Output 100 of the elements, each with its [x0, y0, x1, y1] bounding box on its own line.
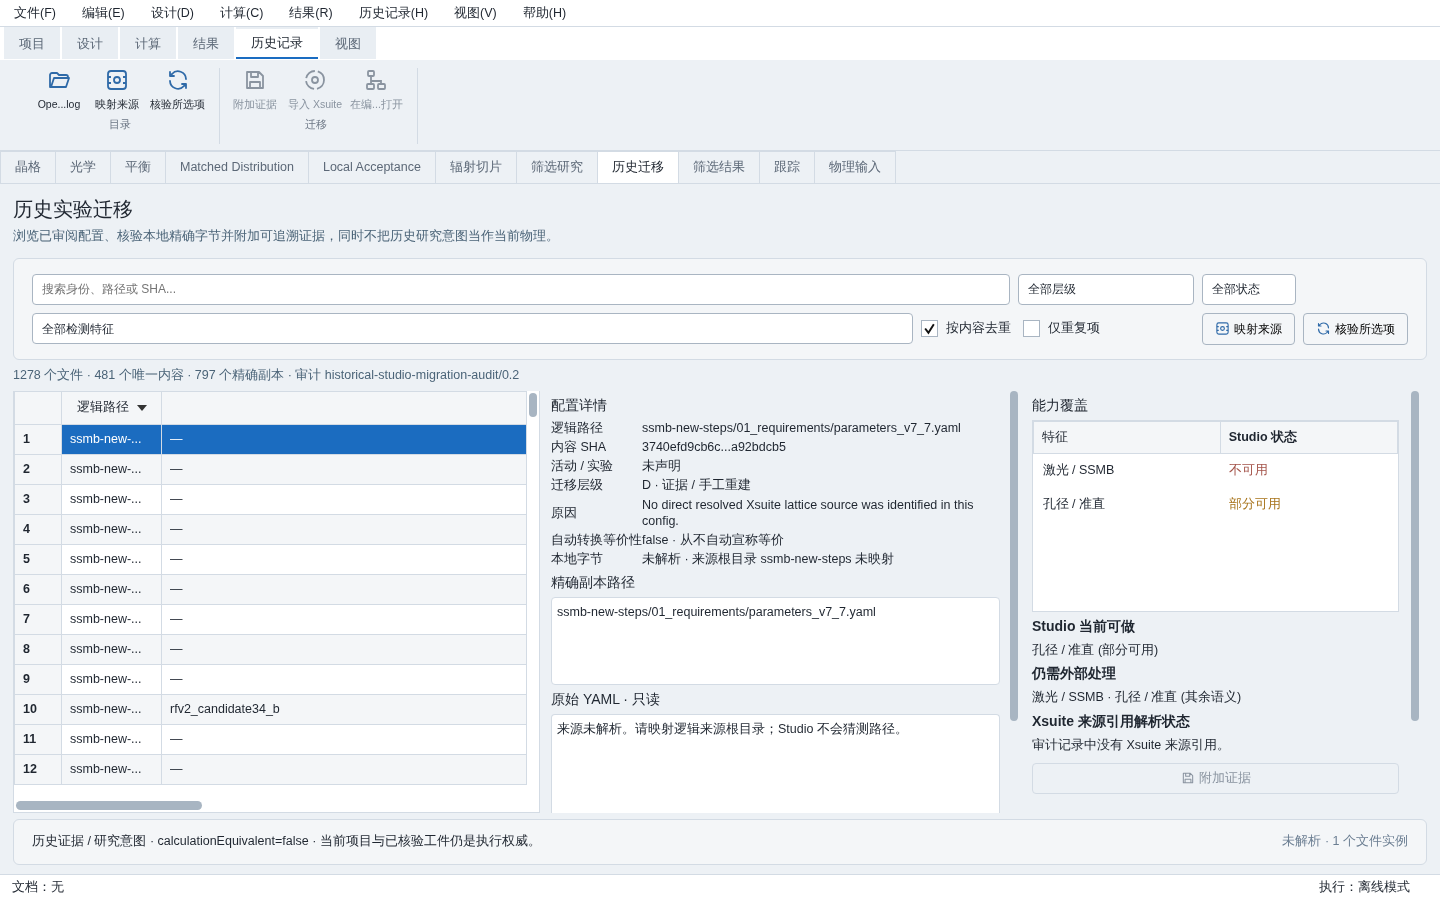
row-number: 11	[14, 724, 62, 754]
save-icon	[243, 68, 267, 92]
field-label: 自动转换等价性	[551, 532, 642, 549]
checkbox-label: 仅重复项	[1048, 320, 1100, 338]
table-cell[interactable]: —	[161, 484, 527, 514]
table-cell[interactable]: ssmb-new-...	[61, 604, 162, 634]
feature-select[interactable]: 全部检测特征	[32, 313, 913, 345]
table-cell[interactable]: ssmb-new-...	[61, 424, 162, 454]
field-label: 原因	[551, 504, 578, 521]
sort-caret-icon[interactable]	[136, 404, 147, 411]
table-cell[interactable]: ssmb-new-...	[61, 514, 162, 544]
scrollbar[interactable]	[1010, 390, 1018, 721]
menu-item[interactable]: 计算(C)	[220, 3, 276, 23]
ribbon-tab[interactable]: 视图	[320, 27, 376, 59]
path-text-area[interactable]: ssmb-new-steps/01_requirements/parameters_v7_7.yaml	[551, 596, 1000, 685]
row-number: 3	[14, 484, 62, 514]
section-title: 仍需外部处理	[1032, 664, 1117, 684]
footer-text: 历史证据 / 研究意图 · calculationEquivalent=false · 当前项目与已核验工件仍是执行权威。	[32, 833, 541, 851]
scrollbar[interactable]	[529, 392, 537, 417]
table-cell[interactable]: ssmb-new-...	[61, 454, 162, 484]
ribbon-tab[interactable]: 计算	[120, 27, 176, 59]
checkbox-label: 按内容去重	[946, 320, 1011, 338]
column-header[interactable]: Studio 状态	[1220, 421, 1398, 453]
row-number: 1	[14, 424, 62, 454]
ribbon-tab[interactable]: 历史记录	[236, 27, 318, 59]
tier-select[interactable]: 全部层级	[1018, 273, 1194, 305]
menu-item[interactable]: 设计(D)	[150, 3, 206, 23]
table-cell[interactable]: ssmb-new-...	[61, 634, 162, 664]
status-text: 部分可用	[1228, 495, 1283, 513]
document-tab[interactable]: 晶格	[0, 151, 56, 183]
column-header[interactable]: 逻辑路径	[61, 391, 162, 424]
target-icon	[105, 68, 129, 92]
footer-status: 未解析 · 1 个文件实例	[1282, 833, 1408, 851]
table-cell[interactable]: —	[161, 574, 527, 604]
row-number: 5	[14, 544, 62, 574]
menu-item[interactable]: 视图(V)	[454, 3, 509, 23]
field-label: 逻辑路径	[551, 419, 604, 436]
status-text: 执行：离线模式	[1319, 879, 1410, 897]
table-cell[interactable]: ssmb-new-...	[61, 664, 162, 694]
refresh-icon	[1316, 321, 1331, 337]
table-cell[interactable]: ssmb-new-...	[61, 694, 162, 724]
table-cell[interactable]: —	[161, 454, 527, 484]
page-title: 历史实验迁移	[13, 197, 134, 222]
row-number: 8	[14, 634, 62, 664]
checkbox[interactable]	[921, 320, 938, 338]
field-label: 本地字节	[551, 551, 604, 568]
toolbar-button[interactable]: Ope...log	[30, 68, 88, 113]
document-tab[interactable]: 物理输入	[813, 151, 896, 183]
table-cell[interactable]: —	[161, 544, 527, 574]
table-cell[interactable]: ssmb-new-...	[61, 484, 162, 514]
checkbox[interactable]	[1023, 320, 1040, 338]
menu-item[interactable]: 历史记录(H)	[358, 3, 441, 23]
field-value: ssmb-new-steps/01_requirements/parameters_v7_7.yaml	[642, 419, 962, 436]
menu-item[interactable]: 文件(F)	[14, 3, 68, 23]
table-cell[interactable]: —	[161, 634, 527, 664]
table-cell-text: 孔径 / 准直	[1041, 495, 1106, 513]
table-cell[interactable]: ssmb-new-...	[61, 544, 162, 574]
section-title: Studio 当前可做	[1032, 616, 1137, 636]
table-cell[interactable]: ssmb-new-...	[61, 574, 162, 604]
menu-item[interactable]: 编辑(E)	[81, 3, 137, 23]
table-cell[interactable]: ssmb-new-...	[61, 724, 162, 754]
scrollbar[interactable]	[1411, 390, 1419, 721]
scrollbar[interactable]	[16, 800, 202, 810]
status-text: 不可用	[1220, 453, 1398, 487]
group-label: 目录	[107, 116, 132, 132]
action-button[interactable]: 核验所选项	[1303, 312, 1408, 345]
row-number: 4	[14, 514, 62, 544]
toolbar-button[interactable]: 核验所选项	[146, 68, 209, 113]
table-cell[interactable]: rfv2_candidate34_b	[161, 694, 527, 724]
field-value: 未声明	[642, 458, 682, 475]
yaml-text-area[interactable]: 来源未解析。请映射逻辑来源根目录；Studio 不会猜测路径。	[551, 713, 1000, 813]
save-icon	[1180, 771, 1195, 786]
section-title: 原始 YAML · 只读	[551, 689, 661, 709]
field-value: false · 从不自动宣称等价	[642, 532, 785, 549]
table-cell[interactable]: —	[161, 724, 527, 754]
table-cell[interactable]: ssmb-new-...	[61, 754, 162, 784]
action-button[interactable]: 映射来源	[1202, 312, 1295, 345]
ribbon-tab[interactable]: 项目	[4, 27, 60, 59]
toolbar-button[interactable]: 映射来源	[88, 68, 146, 113]
search-field[interactable]: 搜索身份、路径或 SHA...	[32, 273, 1010, 305]
table-cell[interactable]: —	[161, 604, 527, 634]
menu-item[interactable]: 帮助(H)	[522, 3, 579, 23]
ribbon-tab[interactable]: 结果	[178, 27, 234, 59]
section-title: 能力覆盖	[1032, 395, 1089, 415]
status-select[interactable]: 全部状态	[1202, 273, 1296, 305]
row-number: 6	[14, 574, 62, 604]
menu-item[interactable]: 结果(R)	[289, 3, 345, 23]
table-cell[interactable]: —	[161, 754, 527, 784]
target-icon	[1215, 321, 1230, 337]
document-tab[interactable]: 历史迁移	[596, 151, 679, 183]
section-title: 配置详情	[551, 395, 608, 415]
table-cell[interactable]: —	[161, 664, 527, 694]
column-header[interactable]: 特征	[1033, 421, 1221, 453]
summary-text: 1278 个文件 · 481 个唯一内容 · 797 个精确副本 · 审计 historical-studio-migration-audit/0.2	[13, 366, 521, 384]
table-cell[interactable]: —	[161, 514, 527, 544]
table-cell[interactable]: —	[161, 424, 527, 454]
status-text: 文档：无	[12, 879, 64, 897]
table-cell: 激光 / SSMB	[1033, 453, 1221, 487]
field-value: D · 证据 / 手工重建	[642, 477, 752, 494]
ribbon-tab[interactable]: 设计	[62, 27, 118, 59]
